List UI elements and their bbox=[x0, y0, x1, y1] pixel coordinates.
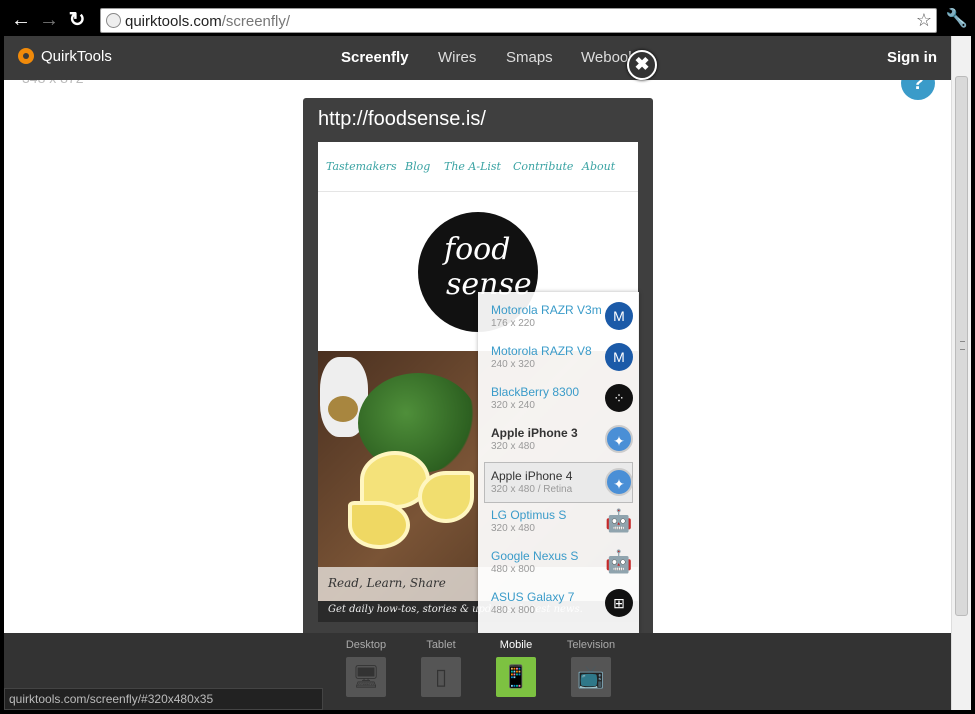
logo-text: QuirkTools bbox=[41, 48, 112, 65]
television-icon: 📺 bbox=[571, 657, 611, 697]
device-item[interactable]: Motorola RAZR V8 240 x 320 M bbox=[478, 338, 639, 379]
device-resolution: 320 x 240 bbox=[491, 400, 535, 411]
back-button[interactable]: ← bbox=[10, 9, 32, 31]
quirktools-logo-icon bbox=[18, 48, 34, 64]
device-resolution: 320 x 480 / Retina bbox=[491, 484, 573, 495]
device-resolution: 320 x 480 bbox=[491, 523, 535, 534]
device-resolution: 240 x 320 bbox=[491, 359, 535, 370]
device-resolution: 480 x 800 bbox=[491, 564, 535, 575]
status-bar: quirktools.com/screenfly/#320x480x35 bbox=[4, 688, 323, 710]
device-resolution: 176 x 220 bbox=[491, 318, 535, 329]
site-header: QuirkTools Screenfly Wires Smaps Webook … bbox=[4, 36, 951, 80]
foodsense-nav-tastemakers[interactable]: Tastemakers bbox=[326, 160, 397, 173]
lemon-wedge bbox=[348, 501, 410, 549]
device-resolution: 480 x 800 bbox=[491, 605, 535, 616]
url-domain: quirktools.com bbox=[125, 13, 222, 30]
mode-label: Mobile bbox=[499, 639, 533, 651]
foodsense-nav-about[interactable]: About bbox=[582, 160, 615, 173]
safari-icon: ✦ bbox=[605, 425, 633, 453]
blackberry-icon: ⁘ bbox=[605, 384, 633, 412]
windows-icon: ⊞ bbox=[605, 589, 633, 617]
browser-window: ← → ↻ quirktools.com/screenfly/ ☆ 🔧 348 … bbox=[0, 0, 975, 714]
device-name: Motorola RAZR V8 bbox=[491, 344, 592, 358]
device-item-hover[interactable]: Apple iPhone 4 320 x 480 / Retina ✦ bbox=[484, 462, 633, 503]
globe-icon bbox=[106, 13, 121, 28]
close-icon[interactable]: ✖ bbox=[627, 50, 657, 80]
mode-desktop[interactable]: Desktop 🖥 bbox=[336, 639, 396, 697]
mode-television[interactable]: Television 📺 bbox=[561, 639, 621, 697]
mode-label: Television bbox=[566, 639, 616, 651]
bookmark-star-icon[interactable]: ☆ bbox=[916, 10, 932, 31]
foodsense-nav: Tastemakers Blog The A-List Contribute A… bbox=[318, 142, 638, 192]
quirktools-logo[interactable]: QuirkTools bbox=[18, 48, 112, 65]
desktop-icon: 🖥 bbox=[346, 657, 386, 697]
mode-label: Desktop bbox=[345, 639, 387, 651]
device-name: Google Nexus S bbox=[491, 549, 579, 563]
lemon-wedge bbox=[418, 471, 474, 523]
browser-toolbar: ← → ↻ quirktools.com/screenfly/ ☆ 🔧 bbox=[4, 4, 971, 34]
tablet-icon: ▯ bbox=[421, 657, 461, 697]
motorola-icon: M bbox=[605, 343, 633, 371]
device-name: Apple iPhone 3 bbox=[491, 426, 578, 440]
device-name: ASUS Galaxy 7 bbox=[491, 590, 575, 604]
android-icon: 🤖 bbox=[605, 508, 633, 533]
spice bbox=[328, 396, 358, 422]
page-viewport: 348 x 872 ? QuirkTools Screenfly Wires S… bbox=[4, 36, 971, 710]
page-scrollbar[interactable] bbox=[951, 36, 971, 710]
device-item[interactable]: BlackBerry 8300 320 x 240 ⁘ bbox=[478, 379, 639, 420]
mode-tablet[interactable]: Tablet ▯ bbox=[411, 639, 471, 697]
scrollbar-grip-icon bbox=[960, 341, 965, 350]
hero-caption: Read, Learn, Share bbox=[328, 576, 446, 590]
nav-screenfly[interactable]: Screenfly bbox=[341, 49, 409, 66]
mode-label: Tablet bbox=[426, 639, 456, 651]
device-name: LG Optimus S bbox=[491, 508, 567, 522]
sign-in-link[interactable]: Sign in bbox=[887, 49, 937, 66]
url-path: /screenfly/ bbox=[221, 13, 291, 30]
device-name: Apple iPhone 4 bbox=[491, 469, 573, 483]
device-item[interactable]: LG Optimus S 320 x 480 🤖 bbox=[478, 502, 639, 543]
device-item-current[interactable]: Apple iPhone 3 320 x 480 ✦ bbox=[478, 420, 639, 461]
android-icon: 🤖 bbox=[605, 549, 633, 574]
nav-wires[interactable]: Wires bbox=[438, 49, 476, 66]
foodsense-logo-line1: food bbox=[444, 232, 511, 267]
reload-button[interactable]: ↻ bbox=[66, 9, 88, 31]
mode-mobile[interactable]: Mobile 📱 bbox=[486, 639, 546, 697]
foodsense-nav-blog[interactable]: Blog bbox=[405, 160, 430, 173]
forward-button[interactable]: → bbox=[38, 9, 60, 31]
address-bar[interactable]: quirktools.com/screenfly/ ☆ bbox=[100, 8, 937, 33]
nav-smaps[interactable]: Smaps bbox=[506, 49, 553, 66]
address-text[interactable]: quirktools.com/screenfly/ bbox=[125, 13, 290, 30]
wrench-icon[interactable]: 🔧 bbox=[945, 8, 969, 32]
foodsense-nav-contribute[interactable]: Contribute bbox=[513, 160, 573, 173]
device-item[interactable]: Google Nexus S 480 x 800 🤖 bbox=[478, 543, 639, 584]
scrollbar-thumb[interactable] bbox=[955, 76, 968, 616]
safari-icon: ✦ bbox=[605, 468, 633, 496]
device-name: BlackBerry 8300 bbox=[491, 385, 580, 399]
device-item[interactable]: Motorola RAZR V3m 176 x 220 M bbox=[478, 297, 639, 338]
device-name: Motorola RAZR V3m bbox=[491, 303, 602, 317]
mobile-icon: 📱 bbox=[496, 657, 536, 697]
device-list: Motorola RAZR V3m 176 x 220 M Motorola R… bbox=[478, 292, 639, 634]
foodsense-nav-alist[interactable]: The A-List bbox=[444, 160, 501, 173]
device-resolution: 320 x 480 bbox=[491, 441, 535, 452]
motorola-icon: M bbox=[605, 302, 633, 330]
device-item[interactable]: ASUS Galaxy 7 480 x 800 ⊞ bbox=[478, 584, 639, 625]
preview-url: http://foodsense.is/ bbox=[318, 108, 486, 130]
